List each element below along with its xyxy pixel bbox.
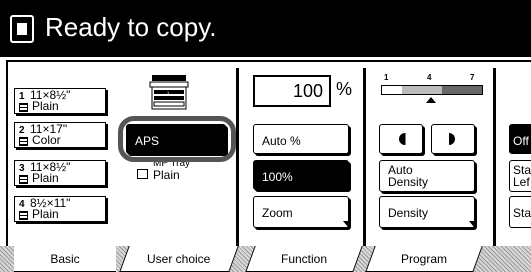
zoom-unit: %: [336, 79, 353, 99]
density-scale-max: 7: [470, 73, 475, 82]
paper-stack-icon: [19, 103, 28, 112]
tray-4-button[interactable]: 4 8½×11" Plain: [14, 196, 106, 222]
tab-user-choice[interactable]: User choice: [119, 246, 239, 272]
auto-zoom-button[interactable]: Auto %: [253, 124, 349, 154]
paper-stack-icon: [19, 137, 28, 146]
staple-left-button[interactable]: Sta Lef: [509, 160, 531, 192]
tray-3-button[interactable]: 3 11×8½" Plain: [14, 160, 106, 186]
density-scale-mid: 4: [427, 73, 432, 82]
half-moon-light-icon: [399, 133, 406, 145]
status-title: Ready to copy.: [45, 12, 217, 42]
half-moon-dark-icon: [449, 133, 455, 145]
title-bar: Ready to copy.: [0, 0, 531, 57]
tray-2-button[interactable]: 2 11×17" Color: [14, 122, 106, 148]
tab-basic[interactable]: Basic: [14, 246, 116, 272]
copier-icon: 1: [149, 75, 189, 110]
auto-density-button[interactable]: Auto Density: [379, 160, 475, 192]
density-button[interactable]: Density: [379, 196, 475, 228]
density-scale-min: 1: [384, 73, 389, 82]
mp-tray-icon: [137, 169, 148, 179]
divider: [236, 68, 239, 246]
zoom-value-display: 100: [253, 75, 331, 107]
density-indicator-icon: [426, 97, 436, 103]
zoom-100-button[interactable]: 100%: [253, 160, 349, 190]
staple-button[interactable]: Sta: [509, 196, 531, 228]
selection-ring: [118, 116, 236, 162]
density-scale-bar: [381, 85, 483, 95]
divider: [363, 68, 366, 246]
tab-program[interactable]: Program: [365, 246, 483, 272]
paper-stack-icon: [19, 175, 28, 184]
tray-1-button[interactable]: 1 11×8½" Plain: [14, 88, 106, 114]
off-button[interactable]: Off: [509, 124, 531, 154]
zoom-button[interactable]: Zoom: [253, 196, 349, 228]
copy-document-icon: [10, 15, 34, 43]
density-darker-button[interactable]: [431, 124, 475, 154]
mp-tray-button[interactable]: MP Tray Plain: [125, 160, 221, 188]
submenu-arrow-icon: [343, 221, 348, 227]
submenu-arrow-icon: [469, 221, 474, 227]
paper-stack-icon: [19, 211, 28, 220]
tab-function[interactable]: Function: [245, 246, 363, 272]
divider: [493, 68, 496, 246]
density-lighter-button[interactable]: [379, 124, 423, 154]
